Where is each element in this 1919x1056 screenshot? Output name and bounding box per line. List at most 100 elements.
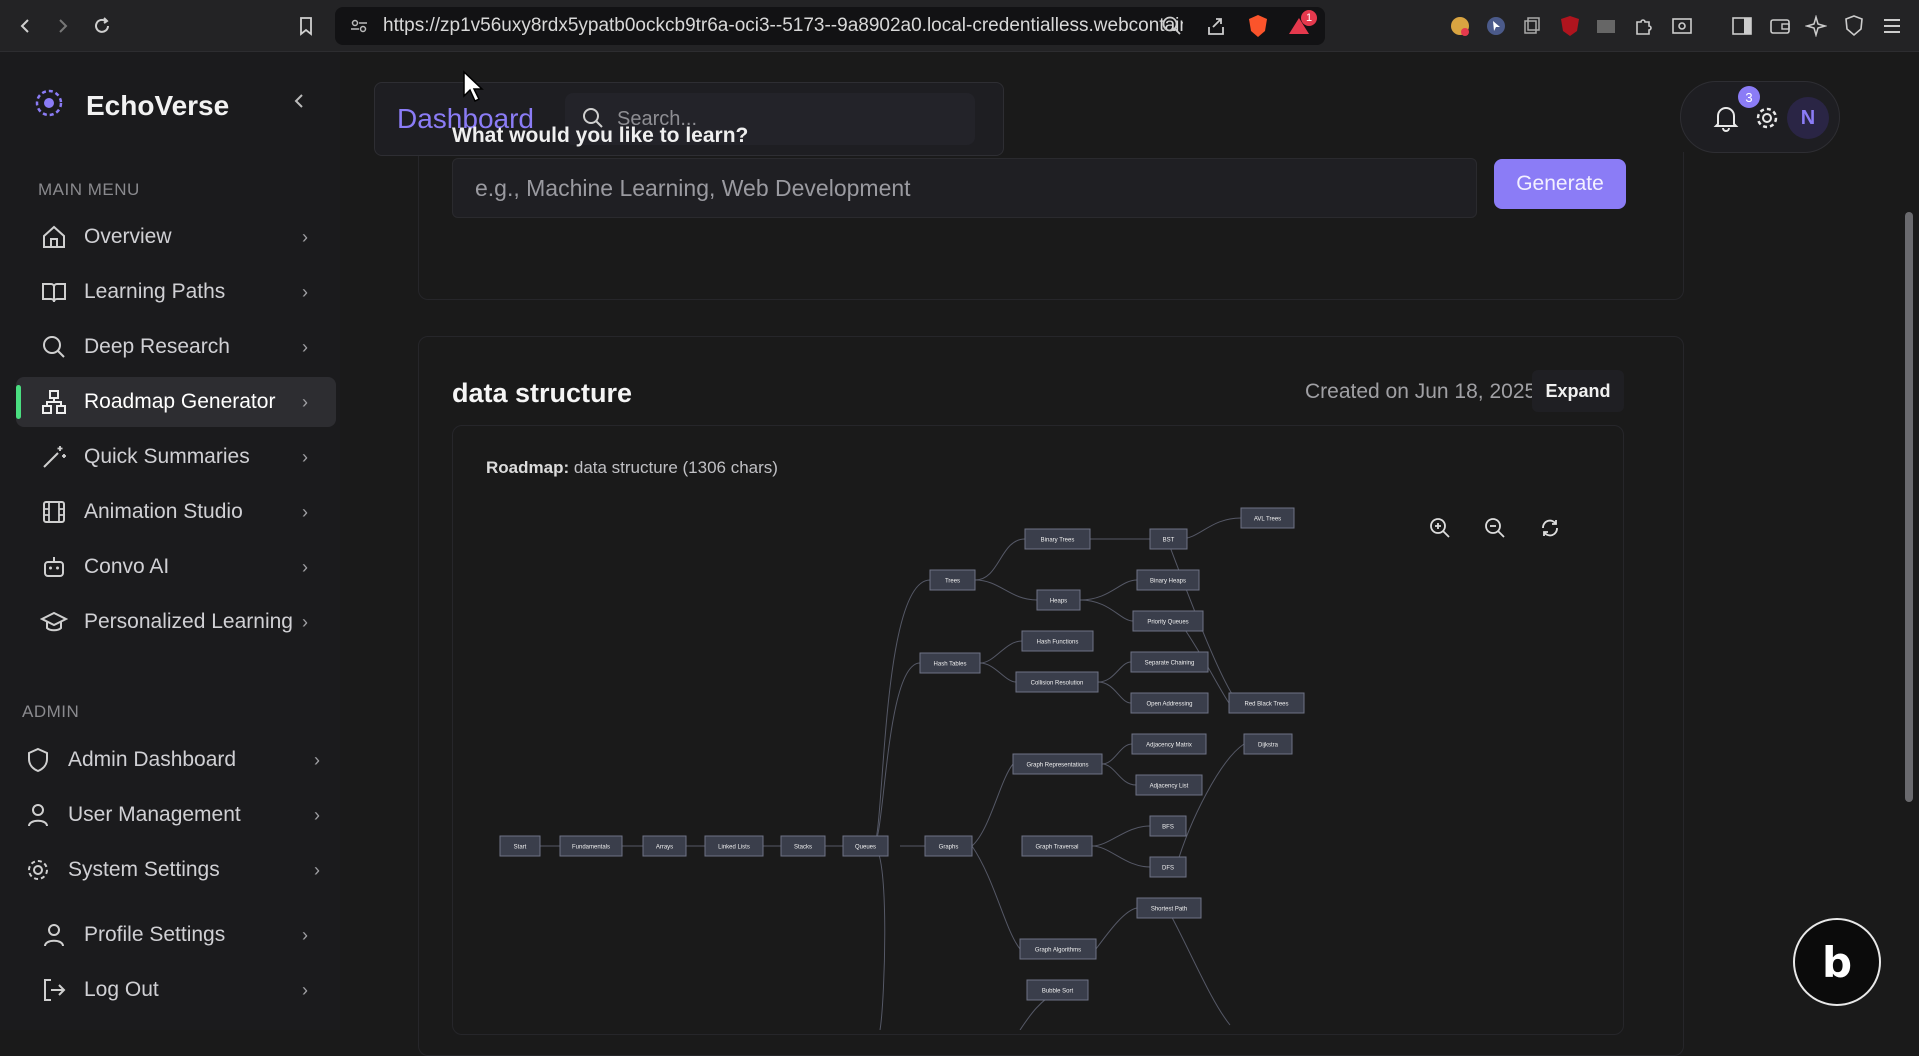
share-icon[interactable] <box>1205 15 1227 43</box>
extension-cookie-icon[interactable] <box>1448 14 1472 38</box>
back-icon[interactable] <box>12 12 40 40</box>
bot-icon <box>40 553 68 581</box>
chevron-right-icon: › <box>302 556 308 577</box>
roadmap-node-gr[interactable]: Graph Representations <box>1012 753 1103 775</box>
roadmap-node-bt[interactable]: Binary Trees <box>1024 528 1091 550</box>
bell-icon[interactable] <box>1713 104 1739 137</box>
brave-rewards-icon[interactable]: 1 <box>1287 10 1317 44</box>
node-label: Open Addressing <box>1146 702 1192 708</box>
sidebar-item-animation-studio[interactable]: Animation Studio › <box>16 487 336 537</box>
roadmap-node-bst[interactable]: BST <box>1149 528 1188 550</box>
roadmap-node-queues[interactable]: Queues <box>842 835 889 857</box>
roadmap-node-sp[interactable]: Shortest Path <box>1136 897 1202 919</box>
roadmap-node-ll[interactable]: Linked Lists <box>704 835 764 857</box>
extension-cursor-icon[interactable] <box>1484 14 1508 38</box>
roadmap-node-heaps[interactable]: Heaps <box>1036 589 1081 611</box>
sidebar-item-log-out[interactable]: Log Out › <box>16 965 336 1015</box>
sidebar-item-system-settings[interactable]: System Settings › <box>0 845 336 895</box>
address-bar[interactable]: https://zp1v56uxy8rdx5ypatb0ockcb9tr6a-o… <box>335 7 1325 45</box>
home-icon <box>40 223 68 251</box>
generate-button[interactable]: Generate <box>1494 159 1626 209</box>
roadmap-node-al[interactable]: Adjacency List <box>1135 774 1203 796</box>
roadmap-node-dfs[interactable]: DFS <box>1149 856 1187 878</box>
roadmap-node-dij[interactable]: Dijkstra <box>1243 733 1293 755</box>
chevron-right-icon: › <box>302 391 308 412</box>
collapse-sidebar-icon[interactable] <box>292 90 306 116</box>
roadmap-node-gt[interactable]: Graph Traversal <box>1021 835 1093 857</box>
extension-ublock-icon[interactable] <box>1558 14 1582 38</box>
node-label: Heaps <box>1050 599 1067 605</box>
roadmap-node-pq[interactable]: Priority Queues <box>1132 610 1204 632</box>
learn-label: What would you like to learn? <box>452 124 749 147</box>
roadmap-node-trees[interactable]: Trees <box>929 569 976 591</box>
roadmap-node-am[interactable]: Adjacency Matrix <box>1131 733 1207 755</box>
topic-input[interactable]: e.g., Machine Learning, Web Development <box>452 158 1477 218</box>
node-label: BST <box>1163 538 1175 544</box>
roadmap-node-ht[interactable]: Hash Tables <box>919 652 981 674</box>
expand-button[interactable]: Expand <box>1532 370 1624 412</box>
roadmap-node-sc[interactable]: Separate Chaining <box>1130 651 1209 673</box>
brand-name: EchoVerse <box>86 89 230 121</box>
leo-ai-icon[interactable] <box>1804 14 1828 38</box>
sidebar-item-admin-dashboard[interactable]: Admin Dashboard › <box>0 735 336 785</box>
node-label: Queues <box>855 845 876 851</box>
extensions-puzzle-icon[interactable] <box>1632 14 1656 38</box>
sidebar-item-roadmap-generator[interactable]: Roadmap Generator › <box>16 377 336 427</box>
node-label: Hash Functions <box>1037 640 1079 646</box>
sidebar-item-personalized-learning[interactable]: Personalized Learning › <box>16 597 336 647</box>
sidebar-item-profile-settings[interactable]: Profile Settings › <box>16 910 336 960</box>
sidebar-item-learning-paths[interactable]: Learning Paths › <box>16 267 336 317</box>
roadmap-graph[interactable]: Start Fundamentals Arrays Linked Lists Stack… <box>486 490 1590 1030</box>
roadmap-node-stacks[interactable]: Stacks <box>780 835 826 857</box>
url-text: https://zp1v56uxy8rdx5ypatb0ockcb9tr6a-o… <box>383 15 1183 36</box>
sidebar-item-user-management[interactable]: User Management › <box>0 790 336 840</box>
bolt-logo-icon: b <box>1821 937 1853 987</box>
roadmap-node-bfs[interactable]: BFS <box>1149 815 1187 837</box>
node-label: Collision Resolution <box>1031 681 1084 687</box>
roadmap-node-ga[interactable]: Graph Algorithms <box>1019 938 1097 960</box>
extension-window-icon[interactable] <box>1594 14 1618 38</box>
zoom-icon[interactable] <box>1161 15 1183 43</box>
roadmap-node-graphs[interactable]: Graphs <box>924 835 973 857</box>
bolt-badge[interactable]: b <box>1793 918 1881 1006</box>
roadmap-node-hf[interactable]: Hash Functions <box>1021 630 1094 652</box>
roadmap-node-bs[interactable]: Bubble Sort <box>1026 979 1089 1001</box>
chevron-right-icon: › <box>314 859 320 880</box>
menu-icon[interactable] <box>1880 14 1904 38</box>
site-settings-icon[interactable] <box>349 16 369 42</box>
roadmap-node-fund[interactable]: Fundamentals <box>559 835 623 857</box>
gear-icon[interactable] <box>1753 104 1781 137</box>
roadmap-node-avl[interactable]: AVL Trees <box>1240 507 1295 529</box>
brave-shield-icon[interactable] <box>1247 14 1269 44</box>
extension-copy-icon[interactable] <box>1520 14 1544 38</box>
sidebar-item-overview[interactable]: Overview › <box>16 212 336 262</box>
extension-screenshot-icon[interactable] <box>1670 14 1694 38</box>
wallet-icon[interactable] <box>1768 14 1792 38</box>
scroll-thumb[interactable] <box>1905 212 1913 802</box>
sidebar-item-convo-ai[interactable]: Convo AI › <box>16 542 336 592</box>
node-label: Arrays <box>656 845 673 851</box>
roadmap-node-oa[interactable]: Open Addressing <box>1130 692 1209 714</box>
sidebar-toggle-icon[interactable] <box>1730 14 1754 38</box>
browser-toolbar: https://zp1v56uxy8rdx5ypatb0ockcb9tr6a-o… <box>0 0 1919 52</box>
roadmap-node-cr[interactable]: Collision Resolution <box>1015 671 1099 693</box>
chevron-right-icon: › <box>302 501 308 522</box>
avatar[interactable]: N <box>1787 97 1829 139</box>
roadmap-node-arrays[interactable]: Arrays <box>642 835 687 857</box>
chevron-right-icon: › <box>302 611 308 632</box>
forward-icon[interactable] <box>48 12 76 40</box>
roadmap-node-start[interactable]: Start <box>499 835 541 857</box>
node-label: Separate Chaining <box>1145 661 1195 667</box>
graph-edges <box>540 517 1245 1030</box>
reload-icon[interactable] <box>88 12 116 40</box>
chevron-right-icon: › <box>314 804 320 825</box>
bookmark-icon[interactable] <box>292 12 320 40</box>
roadmap-node-bheaps[interactable]: Binary Heaps <box>1136 569 1200 591</box>
vpn-icon[interactable] <box>1842 14 1866 38</box>
roadmap-node-rbt[interactable]: Red Black Trees <box>1228 692 1305 714</box>
graduation-cap-icon <box>40 608 68 636</box>
brand[interactable]: EchoVerse <box>32 86 229 125</box>
page-scrollbar[interactable] <box>1900 52 1919 1030</box>
sidebar-item-quick-summaries[interactable]: Quick Summaries › <box>16 432 336 482</box>
sidebar-item-deep-research[interactable]: Deep Research › <box>16 322 336 372</box>
